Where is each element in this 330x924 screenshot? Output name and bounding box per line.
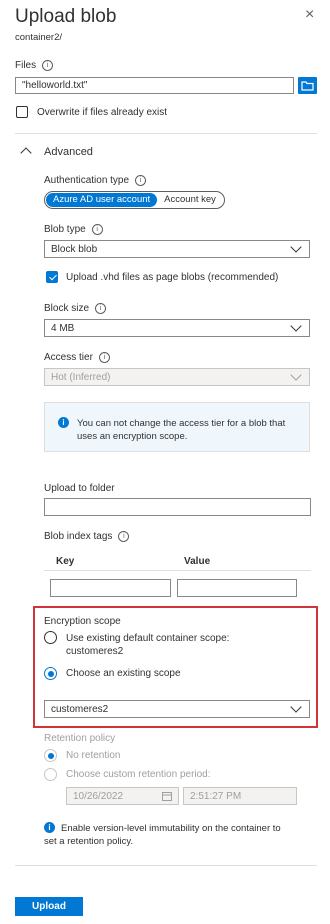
folder-icon [301, 81, 314, 91]
auth-option-account-key[interactable]: Account key [157, 193, 223, 207]
access-tier-value: Hot (Inferred) [51, 371, 111, 383]
retention-time-value: 2:51:27 PM [190, 790, 242, 802]
block-size-label-text: Block size [44, 303, 90, 314]
encryption-existing-scope-radio[interactable] [44, 667, 57, 680]
close-icon[interactable]: × [305, 6, 314, 24]
files-input-value: "helloworld.txt" [22, 80, 88, 91]
auth-type-toggle[interactable]: Azure AD user account Account key [44, 191, 225, 209]
no-retention-label: No retention [66, 750, 121, 761]
divider [44, 570, 311, 571]
auth-option-azure-ad[interactable]: Azure AD user account [46, 193, 158, 207]
auth-type-label-text: Authentication type [44, 175, 130, 186]
blob-type-label: Blob type i [44, 224, 103, 235]
divider [15, 133, 317, 134]
blob-type-select[interactable]: Block blob [44, 240, 310, 258]
encryption-scope-select[interactable]: customeres2 [44, 700, 310, 718]
encryption-default-scope-line1: Use existing default container scope: [66, 633, 230, 644]
info-icon[interactable]: i [91, 224, 103, 235]
chevron-down-icon [290, 320, 302, 332]
calendar-icon [162, 792, 172, 801]
files-label: Files i [15, 60, 54, 71]
info-icon[interactable]: i [135, 175, 147, 186]
page-title: Upload blob [15, 6, 117, 27]
divider [15, 865, 317, 866]
overwrite-label: Overwrite if files already exist [37, 107, 168, 118]
encryption-existing-scope-label: Choose an existing scope [66, 668, 181, 679]
upload-folder-input[interactable] [44, 498, 311, 516]
retention-date-input: 10/26/2022 [66, 787, 179, 805]
retention-date-value: 10/26/2022 [73, 790, 124, 802]
advanced-toggle[interactable]: Advanced [44, 146, 93, 158]
files-input[interactable]: "helloworld.txt" [15, 77, 294, 94]
encryption-default-scope-line2: customeres2 [66, 646, 124, 657]
access-tier-info-box: i You can not change the access tier for… [44, 402, 310, 452]
tags-key-header: Key [56, 556, 75, 567]
blob-index-tags-label: Blob index tags i [44, 531, 130, 542]
breadcrumb-container: container2/ [15, 32, 63, 43]
chevron-down-icon [290, 369, 302, 381]
retention-policy-label: Retention policy [44, 733, 116, 744]
encryption-default-scope-label: Use existing default container scope: cu… [66, 632, 229, 658]
immutability-info-line1: Enable version-level immutability on the… [61, 823, 281, 834]
access-tier-label: Access tier i [44, 352, 110, 363]
block-size-label: Block size i [44, 303, 107, 314]
info-icon: i [44, 822, 55, 833]
block-size-select[interactable]: 4 MB [44, 319, 310, 337]
overwrite-checkbox[interactable] [16, 106, 28, 118]
retention-time-input: 2:51:27 PM [183, 787, 297, 805]
blob-index-tags-label-text: Blob index tags [44, 531, 113, 542]
chevron-down-icon [290, 241, 302, 253]
info-icon: i [58, 417, 69, 428]
files-label-text: Files [15, 60, 37, 71]
access-tier-info-line2: uses an encryption scope. [77, 431, 188, 442]
info-icon[interactable]: i [118, 531, 130, 542]
browse-folder-button[interactable] [298, 77, 317, 94]
upload-folder-label: Upload to folder [44, 483, 115, 494]
upload-button[interactable]: Upload [15, 897, 83, 916]
block-size-value: 4 MB [51, 322, 75, 334]
access-tier-label-text: Access tier [44, 352, 93, 363]
access-tier-info-line1: You can not change the access tier for a… [77, 418, 286, 429]
encryption-scope-value: customeres2 [51, 703, 109, 715]
vhd-checkbox[interactable] [46, 271, 58, 283]
custom-retention-radio[interactable] [44, 768, 57, 781]
immutability-info-text: Enable version-level immutability on the… [44, 822, 281, 848]
tag-value-input[interactable] [177, 579, 297, 597]
chevron-down-icon [290, 701, 302, 713]
auth-type-label: Authentication type i [44, 175, 147, 186]
info-icon[interactable]: i [98, 352, 110, 363]
encryption-default-scope-radio[interactable] [44, 631, 57, 644]
chevron-up-icon[interactable] [20, 147, 32, 159]
access-tier-select: Hot (Inferred) [44, 368, 310, 386]
info-icon[interactable]: i [95, 303, 107, 314]
tags-value-header: Value [184, 556, 211, 567]
info-icon[interactable]: i [42, 60, 54, 71]
encryption-scope-label: Encryption scope [44, 616, 121, 627]
vhd-label: Upload .vhd files as page blobs (recomme… [66, 272, 279, 283]
custom-retention-label: Choose custom retention period: [66, 769, 211, 780]
no-retention-radio[interactable] [44, 749, 57, 762]
tag-key-input[interactable] [50, 579, 171, 597]
blob-type-label-text: Blob type [44, 224, 86, 235]
blob-type-value: Block blob [51, 243, 98, 255]
access-tier-info-text: You can not change the access tier for a… [77, 417, 285, 443]
immutability-info-line2: set a retention policy. [44, 836, 134, 847]
